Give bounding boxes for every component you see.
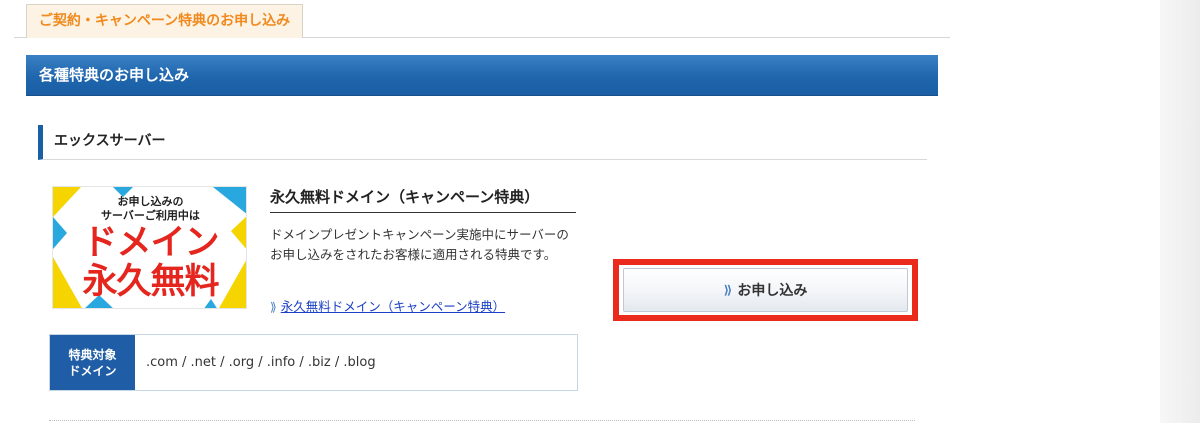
subsection-heading: エックスサーバー <box>38 125 927 160</box>
product-title: 永久無料ドメイン（キャンペーン特典） <box>270 186 576 213</box>
banner-line2: サーバーご利用中は <box>101 209 200 222</box>
section-header: 各種特典のお申し込み <box>26 55 938 96</box>
eligible-domains-value: .com / .net / .org / .info / .biz / .blo… <box>146 355 376 370</box>
right-gutter <box>1160 0 1200 423</box>
double-chevron-right-icon: ⟫ <box>270 300 277 314</box>
product-link-row: ⟫ 永久無料ドメイン（キャンペーン特典） <box>270 297 505 317</box>
double-chevron-right-icon: ⟫ <box>723 283 733 297</box>
apply-button[interactable]: ⟫ お申し込み <box>623 268 908 312</box>
eligible-domains-label: 特典対象 ドメイン <box>50 335 135 390</box>
banner-line3: ドメイン <box>82 223 219 263</box>
bottom-divider <box>49 420 915 421</box>
banner-line1: お申し込みの <box>117 195 184 208</box>
product-detail-link[interactable]: 永久無料ドメイン（キャンペーン特典） <box>281 299 505 314</box>
subsection-title: エックスサーバー <box>54 133 166 149</box>
apply-button-label: お申し込み <box>737 283 808 299</box>
product-description: ドメインプレゼントキャンペーン実施中にサーバーのお申し込みをされたお客様に適用さ… <box>270 227 569 262</box>
banner-line4: 永久無料 <box>82 262 219 302</box>
domain-label-line1: 特典対象 <box>68 347 117 362</box>
section-title: 各種特典のお申し込み <box>39 66 190 84</box>
tab-contract-campaign[interactable]: ご契約・キャンペーン特典のお申し込み <box>26 4 303 38</box>
eligible-domains-table: 特典対象 ドメイン .com / .net / .org / .info / .… <box>49 334 578 391</box>
campaign-banner-image: お申し込みの サーバーご利用中は ドメイン 永久無料 <box>52 186 247 309</box>
domain-label-line2: ドメイン <box>68 363 117 378</box>
tab-label: ご契約・キャンペーン特典のお申し込み <box>38 13 291 29</box>
